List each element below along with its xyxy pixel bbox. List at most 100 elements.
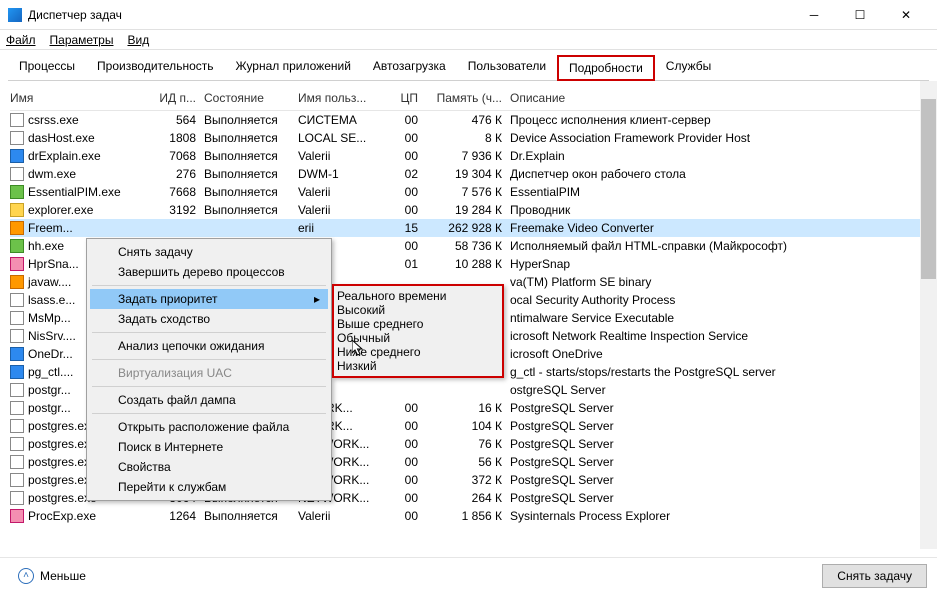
process-name: pg_ctl.... — [28, 365, 73, 379]
process-mem: 264 К — [426, 491, 510, 505]
ctx-item[interactable]: Задать приоритет — [90, 289, 328, 309]
process-desc: PostgreSQL Server — [510, 401, 927, 415]
ctx-item[interactable]: Создать файл дампа — [90, 390, 328, 410]
tab-details[interactable]: Подробности — [557, 55, 655, 81]
table-row[interactable]: csrss.exe564ВыполняетсяСИСТЕМА00476 КПро… — [10, 111, 927, 129]
process-icon — [10, 293, 24, 307]
tab-startup[interactable]: Автозагрузка — [362, 54, 457, 80]
process-cpu: 00 — [382, 149, 426, 163]
tab-processes[interactable]: Процессы — [8, 54, 86, 80]
priority-item[interactable]: Низкий — [337, 359, 499, 373]
ctx-item[interactable]: Поиск в Интернете — [90, 437, 328, 457]
tab-apphistory[interactable]: Журнал приложений — [225, 54, 362, 80]
priority-item[interactable]: Реального времени — [337, 289, 499, 303]
process-cpu: 00 — [382, 131, 426, 145]
process-mem: 262 928 К — [426, 221, 510, 235]
ctx-item[interactable]: Снять задачу — [90, 242, 328, 262]
process-name: explorer.exe — [28, 203, 93, 217]
process-mem: 8 К — [426, 131, 510, 145]
process-icon — [10, 221, 24, 235]
ctx-item[interactable]: Анализ цепочки ожидания — [90, 336, 328, 356]
process-cpu: 02 — [382, 167, 426, 181]
tab-services[interactable]: Службы — [655, 54, 722, 80]
process-mem: 372 К — [426, 473, 510, 487]
table-row[interactable]: dwm.exe276ВыполняетсяDWM-10219 304 КДисп… — [10, 165, 927, 183]
mouse-cursor — [352, 340, 364, 358]
table-row[interactable]: ProcExp.exe1264ВыполняетсяValerii001 856… — [10, 507, 927, 525]
process-mem: 104 К — [426, 419, 510, 433]
process-icon — [10, 329, 24, 343]
end-task-button[interactable]: Снять задачу — [822, 564, 927, 588]
process-cpu: 00 — [382, 509, 426, 523]
ctx-item[interactable]: Завершить дерево процессов — [90, 262, 328, 282]
process-desc: PostgreSQL Server — [510, 455, 927, 469]
tab-users[interactable]: Пользователи — [457, 54, 557, 80]
scrollbar[interactable] — [920, 81, 937, 549]
process-icon — [10, 365, 24, 379]
col-state[interactable]: Состояние — [204, 91, 298, 105]
table-row[interactable]: Freem...erii15262 928 КFreemake Video Co… — [10, 219, 927, 237]
title-bar: Диспетчер задач ─ ☐ ✕ — [0, 0, 937, 30]
process-icon — [10, 419, 24, 433]
process-cpu: 00 — [382, 203, 426, 217]
process-cpu: 15 — [382, 221, 426, 235]
process-icon — [10, 311, 24, 325]
process-cpu: 00 — [382, 491, 426, 505]
priority-item[interactable]: Высокий — [337, 303, 499, 317]
col-desc[interactable]: Описание — [510, 91, 927, 105]
ctx-item[interactable]: Перейти к службам — [90, 477, 328, 497]
col-mem[interactable]: Память (ч... — [426, 91, 510, 105]
table-row[interactable]: EssentialPIM.exe7668ВыполняетсяValerii00… — [10, 183, 927, 201]
process-pid: 7668 — [150, 185, 204, 199]
process-mem: 19 304 К — [426, 167, 510, 181]
scrollbar-thumb[interactable] — [921, 99, 936, 279]
process-pid: 276 — [150, 167, 204, 181]
process-icon — [10, 275, 24, 289]
status-bar: ˄ Меньше Снять задачу — [0, 557, 937, 593]
table-row[interactable]: drExplain.exe7068ВыполняетсяValerii007 9… — [10, 147, 927, 165]
process-pid: 7068 — [150, 149, 204, 163]
process-icon — [10, 239, 24, 253]
col-user[interactable]: Имя польз... — [298, 91, 382, 105]
ctx-item[interactable]: Задать сходство — [90, 309, 328, 329]
process-cpu: 00 — [382, 419, 426, 433]
col-name[interactable]: Имя — [10, 91, 150, 105]
table-row[interactable]: dasHost.exe1808ВыполняетсяLOCAL SE...008… — [10, 129, 927, 147]
maximize-button[interactable]: ☐ — [837, 1, 883, 29]
ctx-item[interactable]: Свойства — [90, 457, 328, 477]
process-mem: 76 К — [426, 437, 510, 451]
tab-performance[interactable]: Производительность — [86, 54, 224, 80]
priority-submenu: Реального времениВысокийВыше среднегоОбы… — [332, 284, 504, 378]
col-cpu[interactable]: ЦП — [382, 91, 426, 105]
table-row[interactable]: explorer.exe3192ВыполняетсяValerii0019 2… — [10, 201, 927, 219]
close-button[interactable]: ✕ — [883, 1, 929, 29]
process-mem: 7 576 К — [426, 185, 510, 199]
process-name: lsass.e... — [28, 293, 75, 307]
process-state: Выполняется — [204, 113, 298, 127]
ctx-item: Виртуализация UAC — [90, 363, 328, 383]
process-icon — [10, 113, 24, 127]
process-cpu: 00 — [382, 239, 426, 253]
process-name: postgr... — [28, 383, 71, 397]
fewer-details-button[interactable]: ˄ Меньше — [10, 565, 94, 587]
menu-bar: Файл Параметры Вид — [0, 30, 937, 50]
priority-item[interactable]: Выше среднего — [337, 317, 499, 331]
process-name: dasHost.exe — [28, 131, 95, 145]
menu-options[interactable]: Параметры — [50, 33, 114, 47]
process-mem: 58 736 К — [426, 239, 510, 253]
window-title: Диспетчер задач — [28, 8, 791, 22]
col-pid[interactable]: ИД п... — [150, 91, 204, 105]
process-pid: 3192 — [150, 203, 204, 217]
menu-file[interactable]: Файл — [6, 33, 36, 47]
process-name: postgr... — [28, 401, 71, 415]
process-icon — [10, 473, 24, 487]
process-icon — [10, 437, 24, 451]
process-icon — [10, 257, 24, 271]
ctx-item[interactable]: Открыть расположение файла — [90, 417, 328, 437]
process-cpu: 00 — [382, 401, 426, 415]
process-cpu: 00 — [382, 473, 426, 487]
minimize-button[interactable]: ─ — [791, 1, 837, 29]
process-desc: Sysinternals Process Explorer — [510, 509, 927, 523]
process-name: hh.exe — [28, 239, 64, 253]
menu-view[interactable]: Вид — [127, 33, 149, 47]
